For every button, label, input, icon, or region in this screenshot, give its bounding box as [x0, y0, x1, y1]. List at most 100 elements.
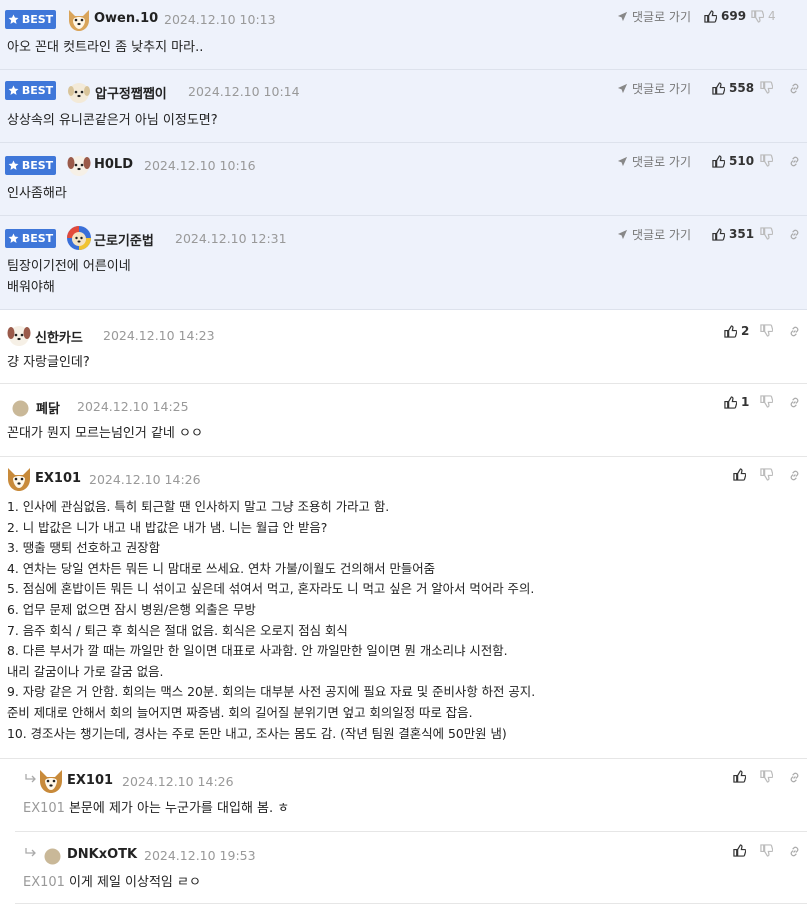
- like-button[interactable]: 510: [712, 154, 754, 168]
- comment-reply: DNKxOTK 2024.12.10 19:53 EX101 이게 제일 이상적임…: [15, 832, 807, 904]
- thumbs-up-icon: [733, 844, 746, 857]
- dislike-button[interactable]: [760, 324, 773, 337]
- send-icon: [617, 83, 628, 94]
- dislike-button[interactable]: 4: [751, 9, 776, 23]
- star-icon: [8, 85, 19, 95]
- comment-text: 걍 자랑글인데?: [7, 355, 90, 370]
- nickname[interactable]: 근로기준법: [94, 230, 154, 249]
- thumbs-up-icon: [712, 227, 725, 241]
- like-button[interactable]: [733, 468, 746, 481]
- nickname[interactable]: 압구정쨉쨉이: [95, 83, 167, 102]
- thumbs-down-icon: [760, 154, 773, 167]
- timestamp: 2024.12.10 14:23: [103, 328, 215, 343]
- puppy-avatar[interactable]: [6, 322, 32, 348]
- timestamp: 2024.12.10 10:13: [164, 12, 276, 27]
- comment: BEST Owen.10 2024.12.10 10:13 댓글로 가기 699…: [0, 0, 807, 70]
- link-icon[interactable]: [788, 82, 801, 95]
- thumbs-down-icon: [760, 395, 773, 408]
- circle-avatar[interactable]: [12, 400, 29, 417]
- link-icon[interactable]: [788, 228, 801, 241]
- mention[interactable]: EX101: [23, 875, 65, 890]
- comment: BEST H0LD 2024.12.10 10:16 댓글로 가기 510 인사…: [0, 143, 807, 216]
- comment-text: 꼰대가 뭔지 모르는넘인거 같네 ㅇㅇ: [7, 426, 203, 441]
- comment-text: 1. 인사에 관심없음. 특히 퇴근할 땐 인사하지 말고 그냥 조용히 가라고…: [7, 499, 536, 741]
- comment-text: EX101 본문에 제가 아는 누군가를 대입해 봄. ㅎ: [23, 801, 290, 816]
- nickname[interactable]: EX101: [35, 471, 81, 486]
- star-icon: [8, 160, 19, 170]
- thumbs-up-icon: [724, 395, 737, 409]
- nickname[interactable]: EX101: [67, 773, 113, 788]
- dislike-button[interactable]: [760, 844, 773, 857]
- thumbs-down-icon: [760, 324, 773, 337]
- comment-text: 아오 꼰대 컷트라인 좀 낮추지 마라..: [7, 40, 204, 55]
- like-button[interactable]: 558: [712, 81, 754, 95]
- like-button[interactable]: 1: [724, 395, 749, 409]
- fox-avatar[interactable]: [38, 768, 64, 794]
- timestamp: 2024.12.10 10:16: [144, 158, 256, 173]
- star-icon: [8, 14, 19, 24]
- best-badge: BEST: [5, 10, 56, 29]
- mention[interactable]: EX101: [23, 801, 65, 816]
- send-icon: [617, 11, 628, 22]
- nickname[interactable]: DNKxOTK: [67, 847, 137, 862]
- nickname[interactable]: 신한카드: [35, 327, 83, 346]
- timestamp: 2024.12.10 19:53: [144, 848, 256, 863]
- comment: BEST 근로기준법 2024.12.10 12:31 댓글로 가기 351 팀…: [0, 216, 807, 310]
- go-to-reply-link[interactable]: 댓글로 가기: [617, 226, 691, 243]
- go-to-reply-link[interactable]: 댓글로 가기: [617, 80, 691, 97]
- puppy-avatar[interactable]: [66, 152, 92, 178]
- thumbs-up-icon: [724, 324, 737, 338]
- nickname[interactable]: 폐닭: [36, 398, 60, 417]
- send-icon: [617, 156, 628, 167]
- comment: 폐닭 2024.12.10 14:25 1 꼰대가 뭔지 모르는넘인거 같네 ㅇ…: [0, 384, 807, 457]
- like-button[interactable]: [733, 844, 746, 857]
- dislike-button[interactable]: [760, 395, 773, 408]
- comment-text: EX101 이게 제일 이상적임 ㄹㅇ: [23, 875, 201, 890]
- like-button[interactable]: [733, 770, 746, 783]
- dislike-button[interactable]: [760, 770, 773, 783]
- link-icon[interactable]: [788, 845, 801, 858]
- nickname[interactable]: H0LD: [94, 157, 133, 172]
- link-icon[interactable]: [788, 396, 801, 409]
- best-badge: BEST: [5, 229, 56, 248]
- thumbs-up-icon: [712, 81, 725, 95]
- comment: 신한카드 2024.12.10 14:23 2 걍 자랑글인데?: [0, 310, 807, 384]
- timestamp: 2024.12.10 14:26: [122, 774, 234, 789]
- thumbs-up-icon: [704, 9, 717, 23]
- like-button[interactable]: 699: [704, 9, 746, 23]
- circle-avatar[interactable]: [44, 848, 61, 865]
- puppy-avatar[interactable]: [66, 79, 92, 105]
- thumbs-down-icon: [760, 81, 773, 94]
- reply-arrow-icon: [25, 848, 38, 859]
- thumbs-up-icon: [712, 154, 725, 168]
- thumbs-up-icon: [733, 468, 746, 481]
- comment-reply: EX101 2024.12.10 14:26 EX101 본문에 제가 아는 누군…: [15, 759, 807, 832]
- best-badge: BEST: [5, 156, 56, 175]
- fox-avatar[interactable]: [6, 466, 32, 492]
- go-to-reply-link[interactable]: 댓글로 가기: [617, 153, 691, 170]
- comment: BEST 압구정쨉쨉이 2024.12.10 10:14 댓글로 가기 558 …: [0, 70, 807, 143]
- thumbs-down-icon: [760, 227, 773, 240]
- comment-text: 인사좀해라: [7, 186, 67, 201]
- dislike-button[interactable]: [760, 154, 773, 167]
- link-icon[interactable]: [788, 771, 801, 784]
- dislike-button[interactable]: [760, 81, 773, 94]
- link-icon[interactable]: [788, 325, 801, 338]
- colorful-dog-avatar[interactable]: [66, 225, 92, 251]
- dog-avatar[interactable]: [66, 7, 92, 33]
- dislike-button[interactable]: [760, 227, 773, 240]
- reply-arrow-icon: [25, 774, 38, 785]
- star-icon: [8, 233, 19, 243]
- dislike-button[interactable]: [760, 468, 773, 481]
- thumbs-down-icon: [751, 9, 764, 23]
- comment: EX101 2024.12.10 14:26 1. 인사에 관심없음. 특히 퇴…: [0, 457, 807, 759]
- link-icon[interactable]: [788, 155, 801, 168]
- comment-text: 팀장이기전에 어른이네 배워야해: [7, 259, 131, 295]
- link-icon[interactable]: [788, 469, 801, 482]
- go-to-reply-link[interactable]: 댓글로 가기: [617, 8, 691, 25]
- thumbs-down-icon: [760, 468, 773, 481]
- nickname[interactable]: Owen.10: [94, 11, 158, 26]
- like-button[interactable]: 2: [724, 324, 749, 338]
- like-button[interactable]: 351: [712, 227, 754, 241]
- thumbs-down-icon: [760, 770, 773, 783]
